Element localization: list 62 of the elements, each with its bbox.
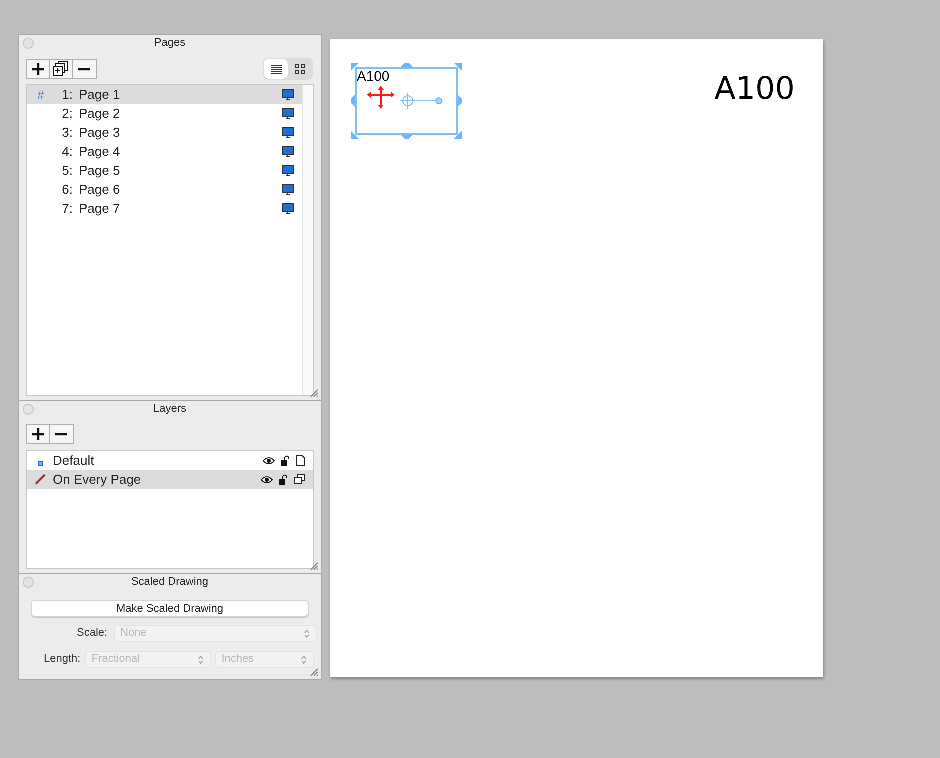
text-object: A100 [357, 69, 390, 83]
page-name: Page 4 [79, 142, 122, 161]
page-name: Page 6 [79, 180, 122, 199]
monitor-icon [282, 146, 294, 157]
monitor-icon [282, 184, 294, 195]
page-number: 7: [61, 200, 73, 218]
page-name: Page 7 [79, 200, 122, 218]
page-row[interactable]: 3: Page 3 [27, 123, 302, 142]
pencil-icon [34, 474, 46, 485]
monitor-icon [282, 127, 294, 138]
page-row[interactable]: 2: Page 2 [27, 104, 302, 123]
layer-name: Default [53, 452, 96, 470]
move-arrows-icon [367, 85, 395, 110]
page-row[interactable]: # 1: Page 1 [27, 85, 302, 104]
page-number: 2: [61, 104, 73, 123]
monitor-icon [282, 203, 294, 214]
page-name: Page 2 [79, 104, 122, 123]
stacked-pages-icon[interactable] [294, 474, 305, 485]
monitor-icon [282, 108, 294, 119]
list-view-button[interactable] [264, 59, 288, 79]
make-scaled-drawing-button[interactable]: Make Scaled Drawing [31, 600, 309, 617]
page-row[interactable]: 5: Page 5 [27, 161, 302, 180]
panel-title: Layers [153, 402, 187, 418]
unlocked-padlock-icon[interactable] [281, 455, 290, 466]
duplicate-page-button[interactable] [50, 60, 73, 78]
page-row[interactable]: 4: Page 4 [27, 142, 302, 161]
monitor-icon [282, 89, 294, 100]
layer-row[interactable]: Default [27, 451, 313, 470]
page-row[interactable]: 6: Page 6 [27, 180, 302, 199]
square-icon [38, 461, 42, 466]
page-number: 6: [61, 180, 73, 199]
title-text: A100 [714, 70, 795, 109]
page-name: Page 3 [79, 124, 122, 142]
page-icon[interactable] [296, 455, 305, 466]
resize-grip-icon[interactable] [310, 668, 319, 677]
layer-row[interactable]: On Every Page [27, 470, 313, 489]
page-number: 4: [61, 142, 73, 161]
stepper-icon [304, 628, 310, 638]
page-number: 5: [61, 162, 73, 180]
grid-icon [295, 64, 305, 74]
unlocked-padlock-icon[interactable] [279, 474, 288, 485]
current-page-marker: # [38, 86, 44, 104]
eye-icon[interactable] [263, 456, 275, 464]
panel-title: Scaled Drawing [131, 575, 209, 590]
monitor-icon [282, 165, 294, 176]
page-row[interactable]: 7: Page 7 [27, 199, 302, 218]
resize-grip-icon[interactable] [310, 562, 319, 571]
resize-grip-icon[interactable] [310, 389, 319, 398]
length-label: Length: [44, 652, 81, 668]
page-name: Page 5 [79, 162, 122, 180]
plus-icon [32, 62, 44, 76]
page-number: 3: [61, 124, 73, 142]
page-name: Page 1 [79, 86, 122, 104]
list-icon [270, 64, 282, 74]
plus-icon [32, 428, 44, 440]
page-number: 1: [61, 86, 73, 104]
stepper-icon [300, 654, 307, 664]
panel-title: Pages [154, 36, 186, 52]
scale-label: Scale: [77, 626, 108, 642]
stepper-icon [198, 654, 204, 664]
layer-name: On Every Page [53, 470, 142, 489]
eye-icon[interactable] [261, 476, 273, 484]
